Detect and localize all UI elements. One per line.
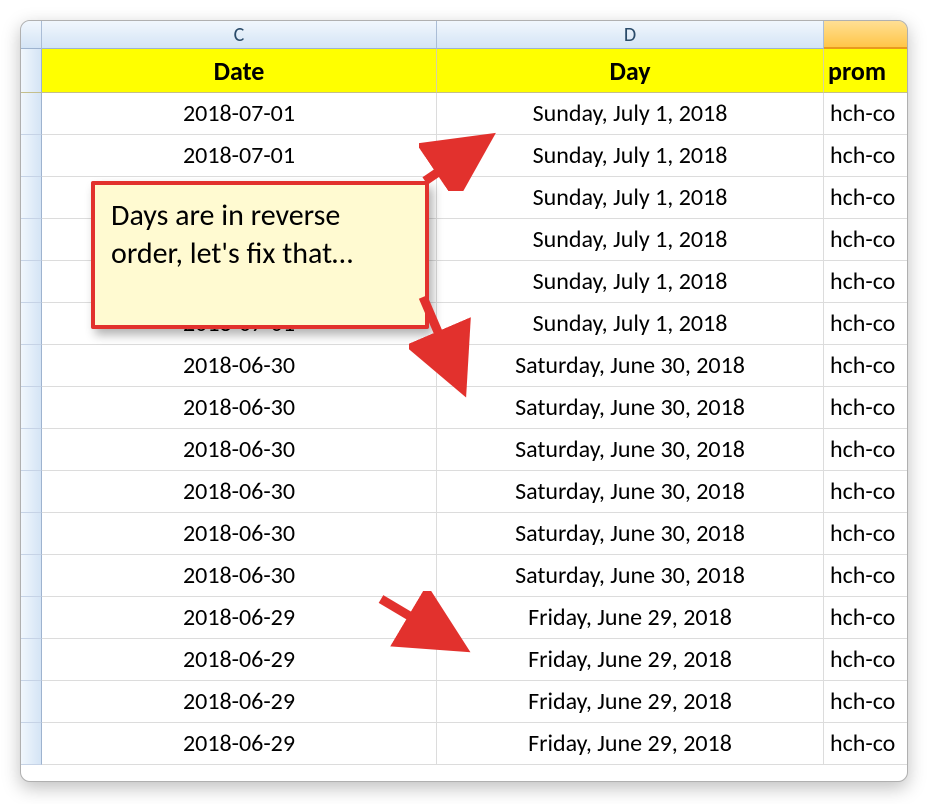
row-header[interactable] [21, 93, 42, 135]
cell-date[interactable]: 2018-06-29 [42, 723, 437, 765]
cell-day[interactable]: Saturday, June 30, 2018 [437, 513, 824, 555]
cell-date[interactable]: 2018-06-29 [42, 639, 437, 681]
column-header-e[interactable] [824, 21, 908, 49]
header-day[interactable]: Day [437, 49, 824, 93]
cell-prom[interactable]: hch-co [824, 597, 908, 639]
cell-date[interactable]: 2018-06-30 [42, 345, 437, 387]
row-header[interactable] [21, 387, 42, 429]
column-header-c[interactable]: C [42, 21, 437, 49]
cell-prom[interactable]: hch-co [824, 639, 908, 681]
cell-day[interactable]: Sunday, July 1, 2018 [437, 93, 824, 135]
cell-day[interactable]: Sunday, July 1, 2018 [437, 219, 824, 261]
cell-day[interactable]: Friday, June 29, 2018 [437, 597, 824, 639]
cell-day[interactable]: Friday, June 29, 2018 [437, 723, 824, 765]
table-row: 2018-06-29Friday, June 29, 2018hch-co [21, 681, 907, 723]
row-header[interactable] [21, 639, 42, 681]
cell-prom[interactable]: hch-co [824, 555, 908, 597]
row-header[interactable] [21, 429, 42, 471]
cell-date[interactable]: 2018-06-30 [42, 387, 437, 429]
cell-prom[interactable]: hch-co [824, 429, 908, 471]
cell-day[interactable]: Sunday, July 1, 2018 [437, 303, 824, 345]
header-date[interactable]: Date [42, 49, 437, 93]
row-header[interactable] [21, 597, 42, 639]
cell-prom[interactable]: hch-co [824, 471, 908, 513]
cell-day[interactable]: Friday, June 29, 2018 [437, 639, 824, 681]
cell-prom[interactable]: hch-co [824, 387, 908, 429]
cell-day[interactable]: Saturday, June 30, 2018 [437, 387, 824, 429]
cell-date[interactable]: 2018-07-01 [42, 135, 437, 177]
table-row: 2018-07-01Sunday, July 1, 2018hch-co [21, 93, 907, 135]
cell-date[interactable]: 2018-06-29 [42, 597, 437, 639]
cell-date[interactable]: 2018-06-30 [42, 471, 437, 513]
row-header[interactable] [21, 723, 42, 765]
row-header[interactable] [21, 681, 42, 723]
table-row: 2018-06-30Saturday, June 30, 2018hch-co [21, 429, 907, 471]
cell-prom[interactable]: hch-co [824, 261, 908, 303]
table-row: 2018-06-30Saturday, June 30, 2018hch-co [21, 387, 907, 429]
cell-day[interactable]: Sunday, July 1, 2018 [437, 261, 824, 303]
cell-day[interactable]: Saturday, June 30, 2018 [437, 471, 824, 513]
cell-date[interactable]: 2018-07-01 [42, 93, 437, 135]
row-header[interactable] [21, 555, 42, 597]
cell-prom[interactable]: hch-co [824, 681, 908, 723]
cell-prom[interactable]: hch-co [824, 177, 908, 219]
row-header[interactable] [21, 261, 42, 303]
row-header[interactable] [21, 471, 42, 513]
spreadsheet-window: C D Date Day prom 2018-07-01Sunday, July… [20, 20, 908, 782]
table-row: 2018-06-30Saturday, June 30, 2018hch-co [21, 555, 907, 597]
table-row: 2018-06-29Friday, June 29, 2018hch-co [21, 597, 907, 639]
table-row: 2018-06-30Saturday, June 30, 2018hch-co [21, 513, 907, 555]
row-header[interactable] [21, 219, 42, 261]
row-header[interactable] [21, 513, 42, 555]
row-header[interactable] [21, 177, 42, 219]
column-header-d[interactable]: D [437, 21, 824, 49]
cell-day[interactable]: Sunday, July 1, 2018 [437, 177, 824, 219]
table-row: 2018-06-29Friday, June 29, 2018hch-co [21, 639, 907, 681]
cell-day[interactable]: Friday, June 29, 2018 [437, 681, 824, 723]
cell-day[interactable]: Saturday, June 30, 2018 [437, 555, 824, 597]
cell-prom[interactable]: hch-co [824, 219, 908, 261]
cell-date[interactable]: 2018-06-30 [42, 429, 437, 471]
cell-date[interactable]: 2018-06-30 [42, 513, 437, 555]
cell-prom[interactable]: hch-co [824, 723, 908, 765]
cell-prom[interactable]: hch-co [824, 93, 908, 135]
cell-prom[interactable]: hch-co [824, 513, 908, 555]
cell-prom[interactable]: hch-co [824, 303, 908, 345]
cell-date[interactable]: 2018-06-30 [42, 555, 437, 597]
cell-prom[interactable]: hch-co [824, 135, 908, 177]
cell-day[interactable]: Sunday, July 1, 2018 [437, 135, 824, 177]
cell-date[interactable]: 2018-06-29 [42, 681, 437, 723]
header-row: Date Day prom [21, 49, 907, 93]
table-row: 2018-07-01Sunday, July 1, 2018hch-co [21, 135, 907, 177]
row-header[interactable] [21, 345, 42, 387]
table-row: 2018-06-30Saturday, June 30, 2018hch-co [21, 345, 907, 387]
table-row: 2018-06-29Friday, June 29, 2018hch-co [21, 723, 907, 765]
annotation-callout: Days are in reverse order, let's fix tha… [91, 181, 429, 329]
column-letter-bar: C D [21, 21, 907, 49]
table-row: 2018-06-30Saturday, June 30, 2018hch-co [21, 471, 907, 513]
row-header[interactable] [21, 135, 42, 177]
cell-day[interactable]: Saturday, June 30, 2018 [437, 345, 824, 387]
header-prom[interactable]: prom [824, 49, 908, 93]
row-header[interactable] [21, 49, 42, 93]
row-header[interactable] [21, 303, 42, 345]
corner-cell[interactable] [21, 21, 42, 49]
cell-day[interactable]: Saturday, June 30, 2018 [437, 429, 824, 471]
cell-prom[interactable]: hch-co [824, 345, 908, 387]
